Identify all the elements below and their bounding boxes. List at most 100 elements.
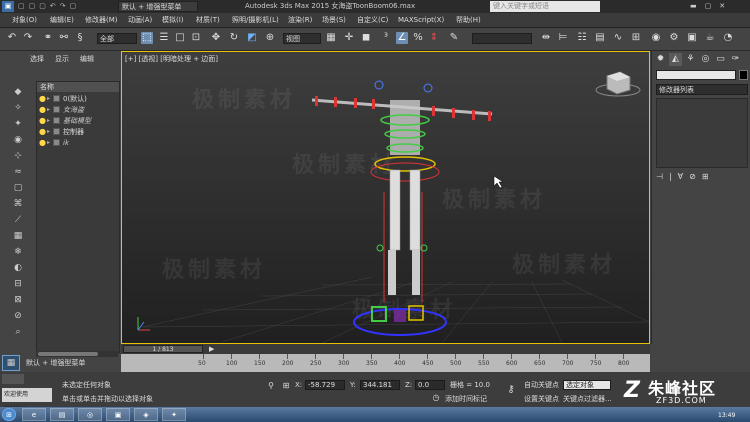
explorer-tab-edit[interactable]: 编辑	[80, 53, 94, 65]
z-coordinate-field[interactable]: 0.0	[415, 380, 445, 390]
filter-groups-icon[interactable]: ▢	[7, 181, 29, 195]
key-icon[interactable]: ⚷	[505, 384, 517, 396]
expand-icon[interactable]: ▸	[47, 116, 50, 126]
redo-icon[interactable]: ↷	[22, 32, 34, 44]
rotate-icon[interactable]: ↻	[228, 32, 240, 44]
link-icon[interactable]: ⚭	[42, 32, 54, 44]
app-logo-icon[interactable]: ▣	[2, 1, 14, 12]
explorer-scrollbar[interactable]	[36, 351, 118, 357]
menu-object[interactable]: 对象(O)	[12, 13, 37, 27]
key-filters-button[interactable]: 关键点过滤器...	[563, 394, 612, 404]
modifier-list-dropdown[interactable]: 修改器列表	[656, 84, 748, 95]
light-bulb-icon[interactable]: ●	[39, 138, 46, 148]
selection-filter-dropdown[interactable]: 全部	[97, 33, 137, 44]
expand-icon[interactable]: ▸	[47, 138, 50, 148]
search-input[interactable]: 键入关键字或短语	[490, 1, 600, 12]
taskbar-app3-icon[interactable]: ✦	[162, 408, 186, 421]
snap-toggle-icon[interactable]: ³	[380, 32, 392, 44]
start-button-icon[interactable]: ⊞	[2, 408, 16, 421]
modifier-stack[interactable]	[656, 98, 748, 168]
move-icon[interactable]: ✥	[210, 32, 222, 44]
create-tab-icon[interactable]: ✹	[654, 53, 667, 66]
track-bar[interactable]: 50 100 150 200 250 300 350 400 450 500 550 600 650 70…	[121, 354, 650, 372]
display-tab-icon[interactable]: ▭	[714, 53, 727, 66]
filter-hidden-icon[interactable]: ◐	[7, 261, 29, 275]
filter-shapes-icon[interactable]: ✧	[7, 101, 29, 115]
menu-scene[interactable]: 场景(S)	[322, 13, 346, 27]
workspace-dropdown[interactable]: 默认 + 增强型菜单	[118, 1, 198, 12]
next-frame-icon[interactable]: ▶	[209, 344, 214, 354]
place-icon[interactable]: ⊕	[264, 32, 276, 44]
window-crossing-icon[interactable]: ⊡	[190, 32, 202, 44]
tree-row-ik[interactable]: ● ▸ ik	[37, 138, 119, 148]
viewcube[interactable]	[595, 71, 641, 97]
tree-row-pirate[interactable]: ● ▸ 女海盗	[37, 105, 119, 115]
explorer-tab-select[interactable]: 选择	[30, 53, 44, 65]
object-color-swatch[interactable]	[739, 70, 748, 80]
perspective-viewport[interactable]: [+] [透视] [明暗处理 + 边面] 极制素材 极制素材 极制素材 极制素材…	[121, 51, 650, 344]
select-manipulate-icon[interactable]: ✛	[343, 32, 355, 44]
spinner-snap-icon[interactable]: ⇕	[428, 32, 440, 44]
material-editor-icon[interactable]: ◉	[650, 32, 662, 44]
tree-row-controllers[interactable]: ● ▸ 控制器	[37, 127, 119, 137]
time-slider-handle[interactable]: 1 / 813	[123, 345, 203, 353]
render-production-icon[interactable]: ☕	[704, 32, 716, 44]
maxscript-listener[interactable]: 欢迎使用 MAXScr	[2, 388, 52, 412]
absolute-mode-icon[interactable]: ⊞	[280, 380, 292, 392]
modify-tab-icon[interactable]: ◭	[669, 53, 682, 66]
rect-selection-icon[interactable]: □	[174, 32, 186, 44]
explorer-tab-display[interactable]: 显示	[55, 53, 69, 65]
y-coordinate-field[interactable]: 344.181	[360, 380, 400, 390]
filter-xrefs-icon[interactable]: ⌘	[7, 197, 29, 211]
light-bulb-icon[interactable]: ●	[39, 127, 46, 137]
filter-lights-icon[interactable]: ✦	[7, 117, 29, 131]
menu-material[interactable]: 材质(T)	[196, 13, 220, 27]
filter-none-icon[interactable]: ⊠	[7, 293, 29, 307]
menu-rendering[interactable]: 渲染(R)	[288, 13, 312, 27]
expand-icon[interactable]: ▸	[47, 105, 50, 115]
schematic-view-icon[interactable]: ⊞	[630, 32, 642, 44]
pivot-center-icon[interactable]: ▦	[325, 32, 337, 44]
add-time-tag[interactable]: 添加时间标记	[445, 394, 487, 404]
filter-invert-icon[interactable]: ⊘	[7, 309, 29, 323]
named-selection-dropdown[interactable]	[472, 33, 532, 44]
hierarchy-tab-icon[interactable]: ⚘	[684, 53, 697, 66]
menu-maxscript[interactable]: MAXScript(X)	[398, 13, 444, 27]
filter-geometry-icon[interactable]: ◆	[7, 85, 29, 99]
light-bulb-icon[interactable]: ●	[39, 105, 46, 115]
reference-coord-dropdown[interactable]: 视图	[283, 33, 321, 44]
bind-spacewarp-icon[interactable]: §	[74, 32, 86, 44]
percent-snap-icon[interactable]: %	[412, 32, 424, 44]
menu-modifiers[interactable]: 修改器(M)	[85, 13, 118, 27]
rendered-frame-icon[interactable]: ▣	[686, 32, 698, 44]
scale-icon[interactable]: ◩	[246, 32, 258, 44]
taskbar-app2-icon[interactable]: ◈	[134, 408, 158, 421]
undo-icon[interactable]: ↶	[6, 32, 18, 44]
key-mode-dropdown[interactable]: 选定对象	[563, 380, 611, 390]
find-icon[interactable]: ⌕	[7, 325, 29, 339]
filter-frozen-icon[interactable]: ❄	[7, 245, 29, 259]
set-key-button[interactable]: 设置关键点	[524, 394, 559, 404]
window-controls[interactable]: ▬▢✕	[690, 0, 733, 12]
time-tag-icon[interactable]: ◷	[430, 392, 442, 404]
keyboard-shortcut-icon[interactable]: ◼	[360, 32, 372, 44]
lock-selection-icon[interactable]: ⚲	[265, 380, 277, 392]
expand-icon[interactable]: ▸	[47, 94, 50, 104]
select-by-name-icon[interactable]: ☰	[158, 32, 170, 44]
filter-helpers-icon[interactable]: ⊹	[7, 149, 29, 163]
explorer-type-icon[interactable]: ▦	[2, 355, 20, 371]
menu-edit[interactable]: 编辑(E)	[50, 13, 74, 27]
motion-tab-icon[interactable]: ◎	[699, 53, 712, 66]
menu-help[interactable]: 帮助(H)	[456, 13, 481, 27]
time-slider[interactable]: 1 / 813 ▶	[121, 344, 650, 354]
menu-simulation[interactable]: 模拟(I)	[162, 13, 184, 27]
filter-spacewarps-icon[interactable]: ≈	[7, 165, 29, 179]
filter-cameras-icon[interactable]: ◉	[7, 133, 29, 147]
mirror-icon[interactable]: ⇹	[540, 32, 552, 44]
menu-customize[interactable]: 自定义(C)	[357, 13, 388, 27]
expand-icon[interactable]: ▸	[47, 127, 50, 137]
angle-snap-icon[interactable]: ∠	[396, 32, 408, 44]
taskbar-ie-icon[interactable]: e	[22, 408, 46, 421]
layer-manager-icon[interactable]: ☷	[576, 32, 588, 44]
taskbar-explorer-icon[interactable]: ▤	[50, 408, 74, 421]
